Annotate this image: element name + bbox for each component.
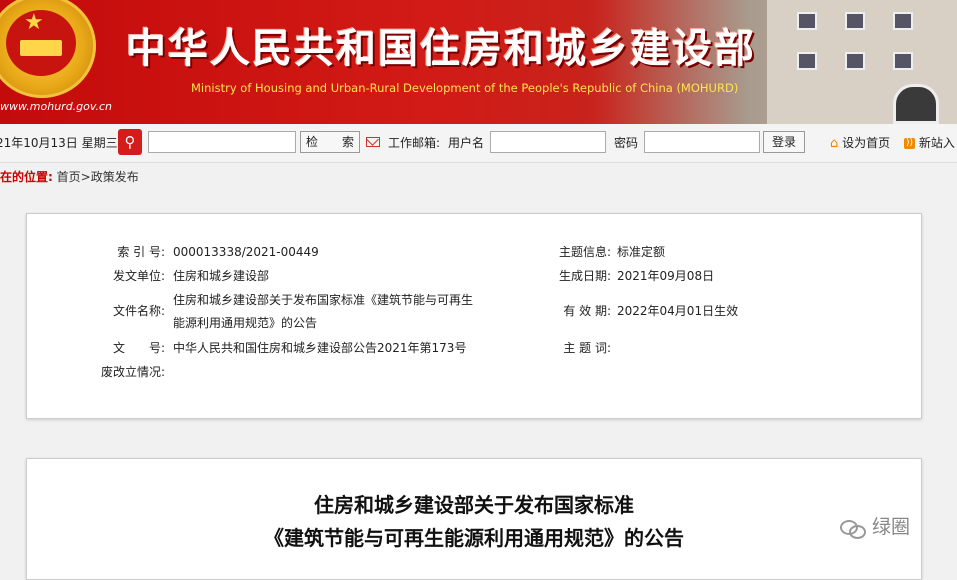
docname-key: 文件名称: bbox=[112, 304, 165, 318]
search-input[interactable] bbox=[148, 131, 296, 153]
search-button[interactable]: 检 索 bbox=[300, 131, 360, 153]
issuer-value: 住房和城乡建设部 bbox=[173, 269, 270, 283]
docno-value: 中华人民共和国住房和城乡建设部公告2021年第173号 bbox=[173, 341, 467, 355]
home-icon: ⌂ bbox=[830, 136, 839, 151]
valid-key: 有 效 期: bbox=[563, 304, 611, 318]
new-site-label: 新站入 bbox=[918, 136, 955, 150]
password-label: 密码 bbox=[614, 136, 639, 150]
site-url: www.mohurd.gov.cn bbox=[0, 100, 113, 113]
document-metadata-card: 索 引 号: 000013338/2021-00449 主题信息: 标准定额 发… bbox=[26, 213, 922, 419]
rss-icon: )) bbox=[904, 138, 915, 149]
date-value: 2021年09月08日 bbox=[617, 269, 715, 283]
username-input[interactable] bbox=[490, 131, 606, 153]
ministry-title-cn: 中华人民共和国住房和城乡建设部 bbox=[126, 26, 756, 72]
password-input[interactable] bbox=[644, 131, 760, 153]
theme-key: 主题信息: bbox=[558, 245, 611, 259]
status-key: 废改立情况: bbox=[100, 365, 165, 379]
wechat-icon bbox=[838, 518, 866, 539]
docno-key: 文 号: bbox=[112, 341, 165, 355]
docname-value-line1: 住房和城乡建设部关于发布国家标准《建筑节能与可再生 bbox=[173, 293, 474, 307]
username-label: 用户名 bbox=[448, 136, 485, 150]
mail-icon bbox=[366, 137, 380, 147]
new-site-link[interactable]: )) 新站入 bbox=[904, 124, 955, 162]
search-icon[interactable]: ⚲ bbox=[118, 129, 142, 155]
breadcrumb-path[interactable]: 首页>政策发布 bbox=[57, 170, 139, 184]
watermark-text: 绿圈 bbox=[872, 516, 911, 538]
top-toolbar: 21年10月13日 星期三 ⚲ 检 索 工作邮箱: 用户名 密码 登录 ⌂ 设为… bbox=[0, 124, 957, 163]
article-card: 住房和城乡建设部关于发布国家标准 《建筑节能与可再生能源利用通用规范》的公告 bbox=[26, 458, 922, 580]
article-title-line2: 《建筑节能与可再生能源利用通用规范》的公告 bbox=[264, 526, 684, 550]
national-emblem-icon: ★ bbox=[0, 0, 96, 98]
header-banner: ★ www.mohurd.gov.cn 中华人民共和国住房和城乡建设部 Mini… bbox=[0, 0, 957, 124]
mail-label: 工作邮箱: bbox=[388, 136, 441, 150]
set-home-link[interactable]: ⌂ 设为首页 bbox=[830, 124, 890, 162]
theme-value: 标准定额 bbox=[617, 245, 666, 259]
issuer-key: 发文单位: bbox=[112, 269, 165, 283]
date-key: 生成日期: bbox=[558, 269, 611, 283]
current-date: 21年10月13日 星期三 bbox=[0, 136, 118, 150]
valid-value: 2022年04月01日生效 bbox=[617, 304, 739, 318]
ministry-title-en: Ministry of Housing and Urban-Rural Deve… bbox=[191, 81, 739, 95]
breadcrumb: 在的位置: 首页>政策发布 bbox=[0, 164, 957, 190]
set-home-label: 设为首页 bbox=[842, 136, 891, 150]
index-key: 索 引 号: bbox=[117, 245, 165, 259]
watermark: 绿圈 bbox=[838, 512, 910, 539]
keyword-key: 主 题 词: bbox=[563, 341, 611, 355]
login-button[interactable]: 登录 bbox=[763, 131, 805, 153]
article-title-line1: 住房和城乡建设部关于发布国家标准 bbox=[314, 493, 634, 517]
index-value: 000013338/2021-00449 bbox=[173, 245, 319, 259]
docname-value-line2: 能源利用通用规范》的公告 bbox=[173, 316, 318, 330]
breadcrumb-label: 在的位置: bbox=[0, 170, 53, 184]
building-photo bbox=[767, 0, 957, 124]
